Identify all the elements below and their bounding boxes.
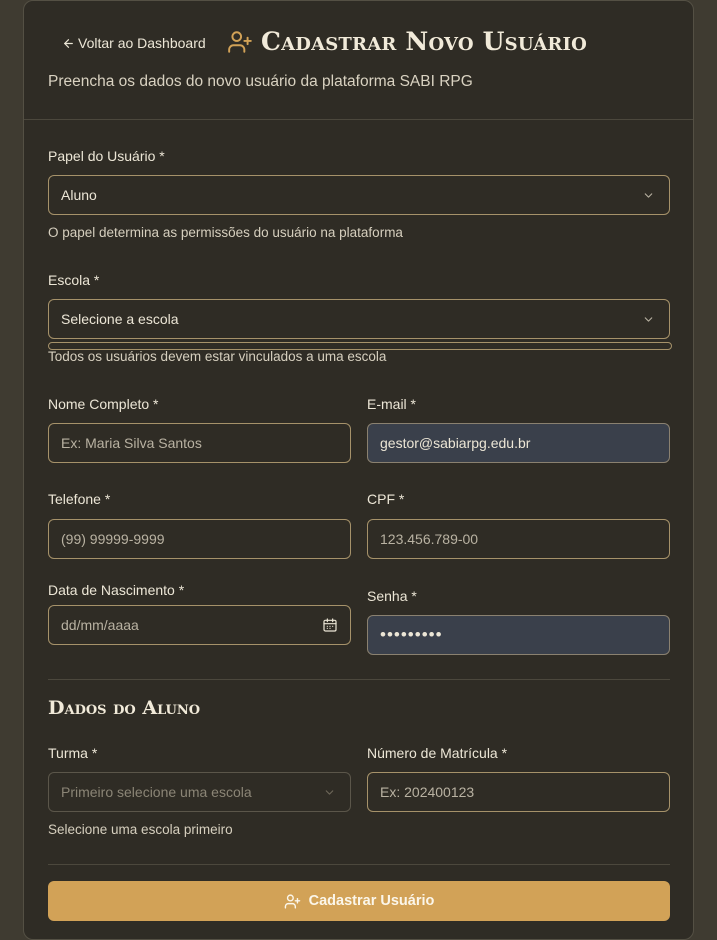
- role-select-value: Aluno: [61, 187, 97, 203]
- school-label: Escola *: [48, 272, 100, 288]
- register-user-card: Voltar ao Dashboard Cadastrar Novo Usuár…: [23, 0, 694, 940]
- school-select[interactable]: Selecione a escola: [48, 299, 670, 339]
- section-divider: [48, 679, 670, 680]
- user-plus-icon: [284, 893, 300, 909]
- class-label: Turma *: [48, 745, 98, 761]
- phone-input[interactable]: (99) 99999-9999: [48, 519, 351, 559]
- cpf-placeholder: 123.456.789-00: [380, 531, 479, 547]
- password-label: Senha *: [367, 588, 417, 604]
- role-helper-text: O papel determina as permissões do usuár…: [48, 225, 403, 240]
- email-label: E-mail *: [367, 396, 417, 412]
- full-name-input[interactable]: Ex: Maria Silva Santos: [48, 423, 351, 463]
- enrollment-input[interactable]: Ex: 202400123: [367, 772, 670, 812]
- back-to-dashboard-link[interactable]: Voltar ao Dashboard: [62, 35, 206, 51]
- title-group: Cadastrar Novo Usuário: [227, 27, 587, 56]
- form-header: Voltar ao Dashboard Cadastrar Novo Usuár…: [24, 1, 693, 120]
- school-helper-text: Todos os usuários devem estar vinculados…: [48, 349, 387, 364]
- password-input[interactable]: •••••••••: [367, 615, 670, 655]
- school-select-value: Selecione a escola: [61, 311, 179, 327]
- enrollment-placeholder: Ex: 202400123: [380, 784, 475, 800]
- cpf-input[interactable]: 123.456.789-00: [367, 519, 670, 559]
- back-link-label: Voltar ao Dashboard: [78, 35, 206, 51]
- class-select[interactable]: Primeiro selecione uma escola: [48, 772, 351, 812]
- class-helper-text: Selecione uma escola primeiro: [48, 822, 233, 837]
- full-name-placeholder: Ex: Maria Silva Santos: [61, 435, 202, 451]
- enrollment-label: Número de Matrícula *: [367, 745, 508, 761]
- register-user-button[interactable]: Cadastrar Usuário: [48, 881, 670, 921]
- student-section-title: Dados do Aluno: [48, 697, 201, 719]
- arrow-left-icon: [64, 38, 73, 48]
- phone-label: Telefone *: [48, 491, 111, 507]
- chevron-down-icon: [644, 193, 653, 198]
- class-select-value: Primeiro selecione uma escola: [61, 784, 252, 800]
- email-input[interactable]: gestor@sabiarpg.edu.br: [367, 423, 670, 463]
- role-select[interactable]: Aluno: [48, 175, 670, 215]
- name-label: Nome Completo *: [48, 396, 159, 412]
- email-value: gestor@sabiarpg.edu.br: [380, 435, 531, 451]
- cpf-label: CPF *: [367, 491, 405, 507]
- submit-divider: [48, 864, 670, 865]
- chevron-down-icon: [325, 790, 334, 795]
- calendar-icon[interactable]: [322, 617, 338, 633]
- chevron-down-icon: [644, 317, 653, 322]
- page-subtitle: Preencha os dados do novo usuário da pla…: [48, 73, 473, 90]
- birth-date-input[interactable]: dd/mm/aaaa: [48, 605, 351, 645]
- password-value: •••••••••: [380, 625, 443, 644]
- role-label: Papel do Usuário *: [48, 148, 165, 164]
- birth-date-label: Data de Nascimento *: [48, 582, 185, 598]
- register-user-button-label: Cadastrar Usuário: [308, 893, 435, 909]
- user-plus-icon: [228, 30, 252, 53]
- page-title: Cadastrar Novo Usuário: [261, 27, 588, 56]
- birth-date-placeholder: dd/mm/aaaa: [61, 617, 139, 633]
- phone-placeholder: (99) 99999-9999: [61, 531, 165, 547]
